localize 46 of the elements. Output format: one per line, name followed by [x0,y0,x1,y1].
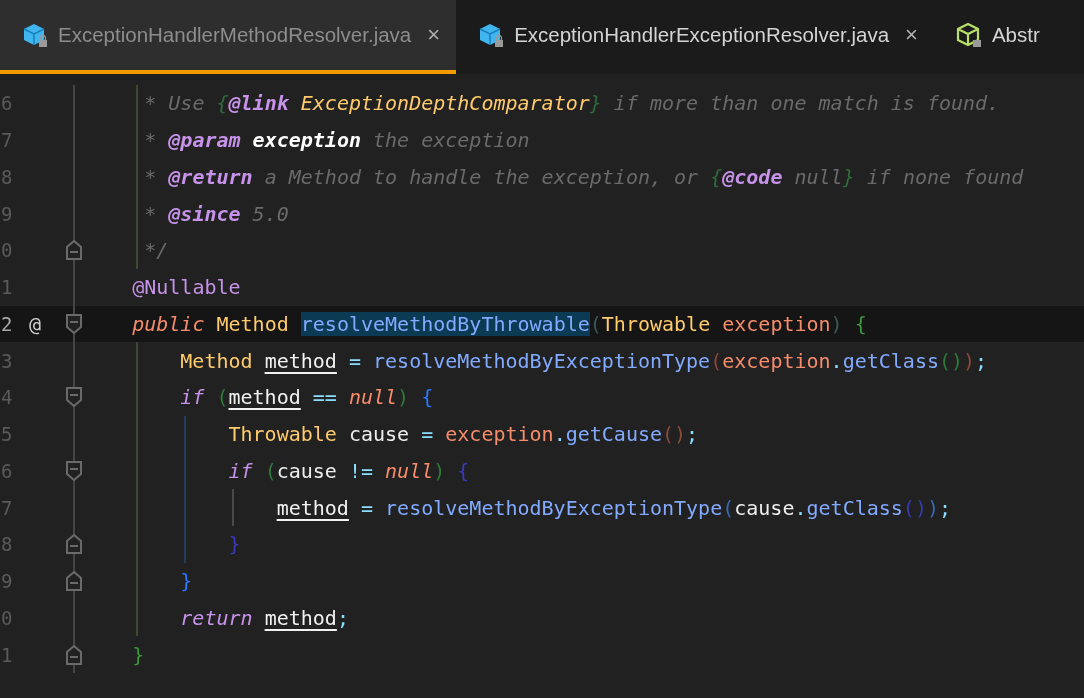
code-line: @Nullable [131,275,241,300]
line-number: 0 [1,606,13,629]
line-number: 1 [1,643,13,666]
fold-start-icon[interactable] [66,387,82,408]
cube-icon [22,22,48,48]
line-number: 8 [1,533,13,556]
editor-tab[interactable]: Abstr [933,0,1056,74]
line-number: 8 [1,165,13,188]
line-number: 7 [1,496,13,519]
line-number: 5 [1,423,13,446]
line-number: 2 [1,312,13,335]
cube-icon [478,22,505,48]
code-line: } [227,532,241,557]
fold-end-icon[interactable] [66,571,82,592]
fold-start-icon[interactable] [66,313,82,334]
editor-tab[interactable]: ExceptionHandlerExceptionResolver.java × [456,0,934,74]
fold-start-icon[interactable] [66,460,82,481]
gutter-marker[interactable]: @ [29,311,42,336]
code-line: method = resolveMethodByExceptionType(cause.getClass()); [275,495,952,520]
fold-end-icon[interactable] [66,534,82,555]
code-line: } [179,569,193,594]
code-line: } [131,642,145,667]
code-line: * @return a Method to handle the exception, or {@code null} if none found [143,164,1024,189]
editor-tab[interactable]: ExceptionHandlerMethodResolver.java × [0,0,457,74]
fold-end-icon[interactable] [66,240,82,261]
line-number: 9 [1,570,13,593]
line-number: 0 [1,239,13,262]
code-line: if (method == null) { [179,385,434,410]
line-number: 7 [1,129,13,152]
code-line: * Use {@link ExceptionDepthComparator} if more than one match is found. [143,91,1000,116]
line-number: 6 [1,92,13,115]
fold-end-icon[interactable] [66,644,82,665]
code-line: * @since 5.0 [143,201,289,226]
line-number: 4 [1,386,13,409]
cube-outline-icon [955,22,982,48]
code-line: Throwable cause = exception.getCause(); [227,422,699,447]
code-line: if (cause != null) { [227,458,470,483]
line-number: 1 [1,276,13,299]
code-line: return method; [179,605,349,630]
line-number: 6 [1,459,13,482]
code-line: Method method = resolveMethodByExceptionType(exception.getClass()); [179,348,988,373]
line-number: 3 [1,349,13,372]
code-line: */ [143,238,169,263]
code-line: * @param exception the exception [143,128,530,153]
line-number: 9 [1,202,13,225]
code-line: public Method resolveMethodByThrowable(Throwable exception) { [131,311,867,336]
